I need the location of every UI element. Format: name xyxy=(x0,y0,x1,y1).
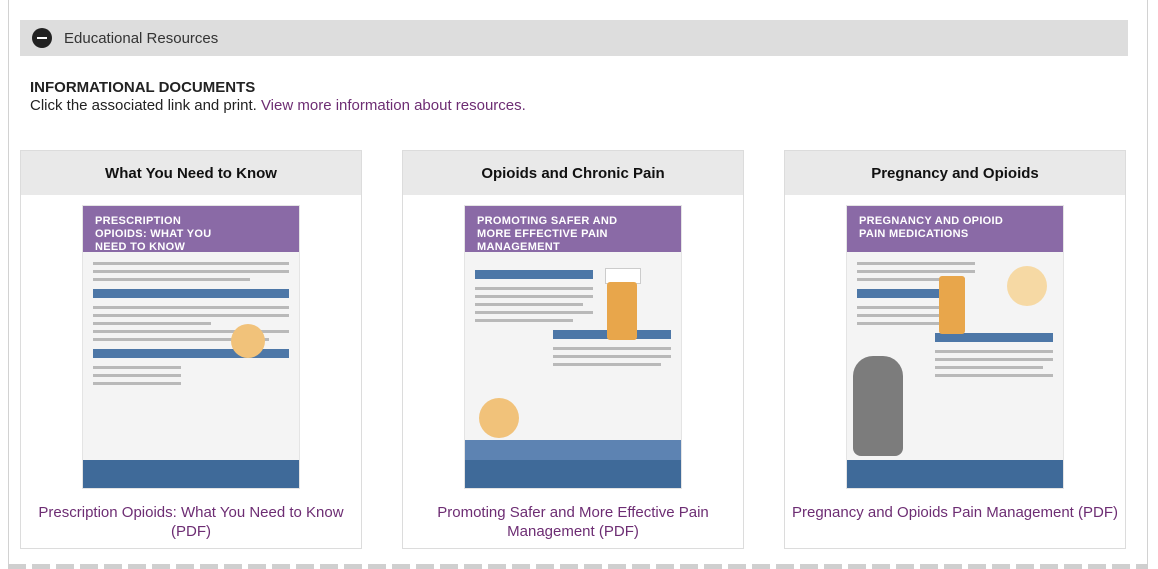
rx-badge-icon xyxy=(1007,266,1047,306)
pill-bottle-icon xyxy=(939,276,965,334)
pdf-link[interactable]: Promoting Safer and More Effective Pain … xyxy=(403,503,743,541)
card-header: What You Need to Know xyxy=(21,151,361,195)
resource-card-opioids-chronic-pain: Opioids and Chronic Pain PROMOTING SAFER… xyxy=(402,150,744,549)
card-header: Opioids and Chronic Pain xyxy=(403,151,743,195)
resource-card-pregnancy-opioids: Pregnancy and Opioids PREGNANCY AND OPIO… xyxy=(784,150,1126,549)
resource-card-what-you-need-to-know: What You Need to Know PRESCRIPTION OPIOI… xyxy=(20,150,362,549)
document-thumbnail[interactable]: PREGNANCY AND OPIOID PAIN MEDICATIONS xyxy=(847,206,1063,488)
overdose-banner xyxy=(465,440,681,460)
section-heading: INFORMATIONAL DOCUMENTS xyxy=(30,79,256,96)
stat-badge-icon xyxy=(231,324,265,358)
minus-circle-icon[interactable] xyxy=(32,28,52,48)
accordion-header-educational-resources[interactable]: Educational Resources xyxy=(20,20,1128,56)
thumbnail-body xyxy=(93,262,289,390)
intro-line: Click the associated link and print. Vie… xyxy=(30,97,526,114)
pdf-link[interactable]: Pregnancy and Opioids Pain Management (P… xyxy=(785,503,1125,522)
accordion-title: Educational Resources xyxy=(64,29,219,47)
thumbnail-banner: PROMOTING SAFER AND MORE EFFECTIVE PAIN … xyxy=(465,206,681,253)
pdf-link[interactable]: Prescription Opioids: What You Need to K… xyxy=(21,503,361,541)
thumbnail-body xyxy=(475,262,671,371)
document-thumbnail[interactable]: PROMOTING SAFER AND MORE EFFECTIVE PAIN … xyxy=(465,206,681,488)
thumbnail-title: PROMOTING SAFER AND MORE EFFECTIVE PAIN … xyxy=(477,215,618,253)
card-header: Pregnancy and Opioids xyxy=(785,151,1125,195)
stat-badge-icon xyxy=(479,398,519,438)
thumbnail-footer xyxy=(465,460,681,488)
pill-bottle-icon xyxy=(607,282,637,340)
view-more-resources-link[interactable]: View more information about resources. xyxy=(261,97,526,114)
thumbnail-banner: PRESCRIPTION OPIOIDS: WHAT YOU NEED TO K… xyxy=(83,206,299,253)
intro-text: Click the associated link and print. xyxy=(30,97,257,114)
cut-off-content-strip xyxy=(8,564,1148,569)
thumbnail-title: PRESCRIPTION OPIOIDS: WHAT YOU NEED TO K… xyxy=(95,215,212,253)
thumbnail-footer xyxy=(83,460,299,488)
thumbnail-title: PREGNANCY AND OPIOID PAIN MEDICATIONS xyxy=(859,215,1004,240)
thumbnail-banner: PREGNANCY AND OPIOID PAIN MEDICATIONS xyxy=(847,206,1063,252)
thumbnail-footer xyxy=(847,460,1063,488)
pregnant-woman-photo xyxy=(853,356,903,456)
document-thumbnail[interactable]: PRESCRIPTION OPIOIDS: WHAT YOU NEED TO K… xyxy=(83,206,299,488)
